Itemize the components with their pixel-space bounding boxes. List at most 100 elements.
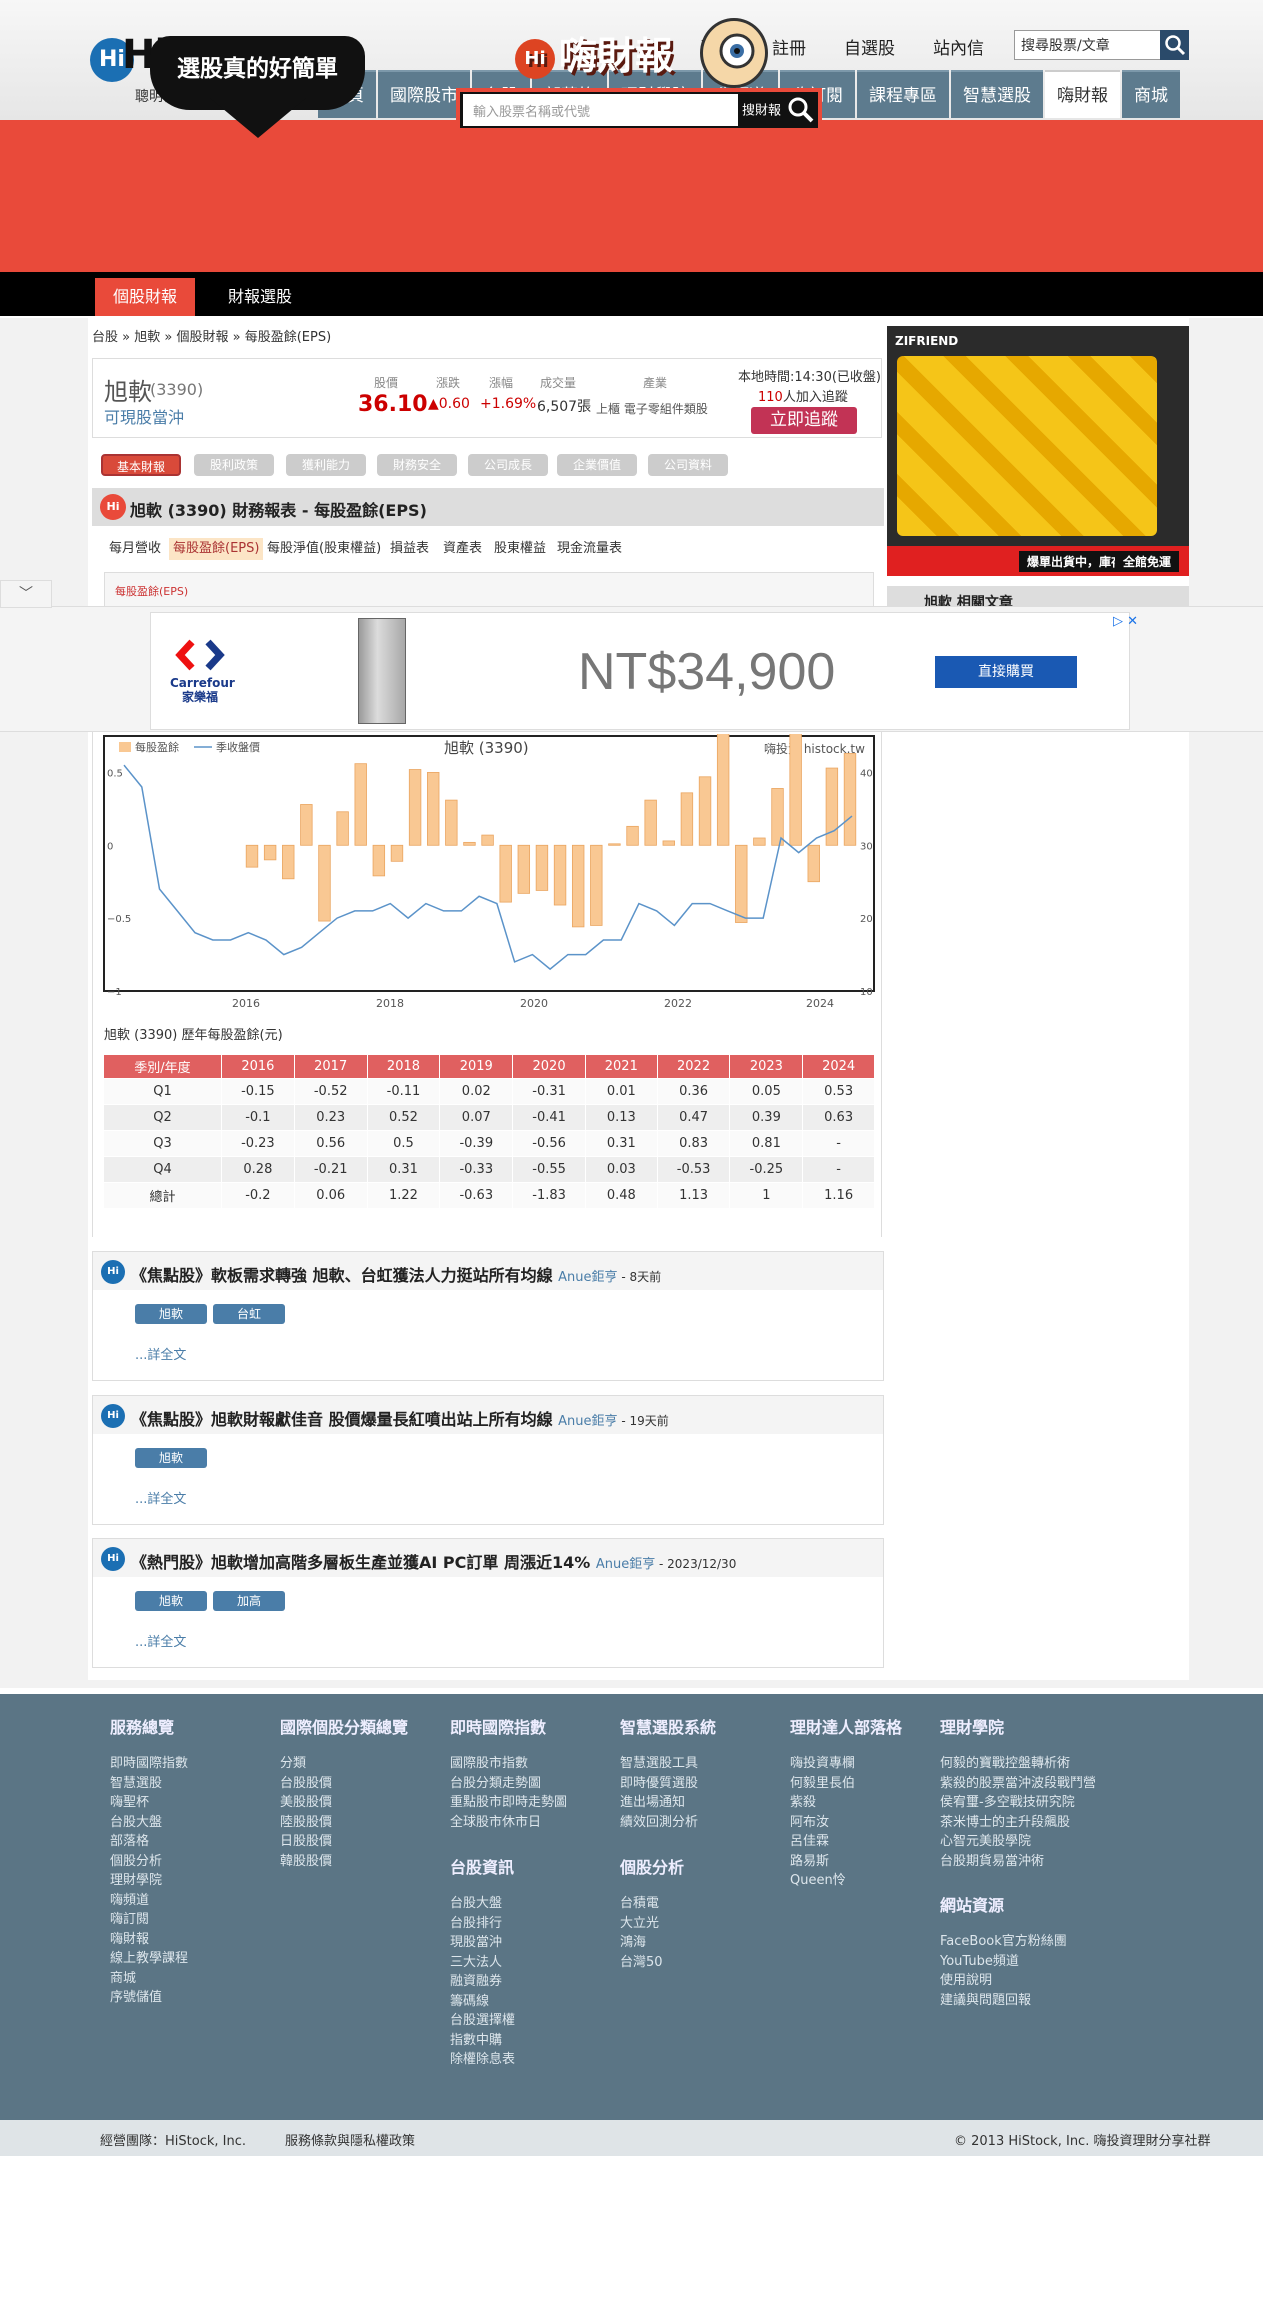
article-tag[interactable]: 加高 bbox=[213, 1591, 285, 1611]
read-more-link[interactable]: ...詳全文 bbox=[135, 1344, 186, 1363]
footer-link[interactable]: 嗨訂閱 bbox=[110, 1910, 188, 1930]
nav-courses[interactable]: 課程專區 bbox=[857, 70, 949, 118]
footer-link[interactable]: 台積電 bbox=[620, 1894, 684, 1914]
follow-button[interactable]: 立即追蹤 bbox=[751, 407, 857, 434]
nav-financials[interactable]: 嗨財報 bbox=[1045, 70, 1120, 118]
article-tag[interactable]: 旭軟 bbox=[135, 1448, 207, 1468]
footer-link[interactable]: 台股大盤 bbox=[450, 1894, 515, 1914]
footer-link[interactable]: 嗨財報 bbox=[110, 1930, 188, 1950]
tab-eps[interactable]: 每股盈餘(EPS) bbox=[169, 538, 264, 560]
footer-link[interactable]: 指數中購 bbox=[450, 2031, 515, 2051]
footer-link[interactable]: 個股分析 bbox=[110, 1852, 188, 1872]
breadcrumb-financials[interactable]: 個股財報 bbox=[176, 330, 228, 345]
cat-dividend-policy[interactable]: 股利政策 bbox=[194, 454, 274, 476]
register-link[interactable]: 註冊 bbox=[772, 34, 806, 59]
cat-growth[interactable]: 公司成長 bbox=[468, 454, 548, 476]
read-more-link[interactable]: ...詳全文 bbox=[135, 1631, 186, 1650]
footer-link[interactable]: 侯宥璽-多空戰技研究院 bbox=[940, 1793, 1096, 1813]
footer-link[interactable]: 茶米博士的主升段飆股 bbox=[940, 1813, 1096, 1833]
footer-link[interactable]: 何毅的寶戰控盤轉析術 bbox=[940, 1754, 1096, 1774]
footer-link[interactable]: 理財學院 bbox=[110, 1871, 188, 1891]
footer-link[interactable]: 台股大盤 bbox=[110, 1813, 188, 1833]
footer-link[interactable]: 籌碼線 bbox=[450, 1992, 515, 2012]
footer-link[interactable]: 使用說明 bbox=[940, 1971, 1067, 1991]
footer-link[interactable]: 三大法人 bbox=[450, 1953, 515, 1973]
footer-link[interactable]: 紫殺 bbox=[790, 1793, 902, 1813]
footer-terms-link[interactable]: 服務條款與隱私權政策 bbox=[285, 2130, 415, 2149]
footer-link[interactable]: 除權除息表 bbox=[450, 2050, 515, 2070]
cat-enterprise-value[interactable]: 企業價值 bbox=[557, 454, 637, 476]
footer-link[interactable]: 呂佳霖 bbox=[790, 1832, 902, 1852]
cat-profitability[interactable]: 獲利能力 bbox=[286, 454, 366, 476]
footer-link[interactable]: 嗨投資專欄 bbox=[790, 1754, 902, 1774]
footer-link[interactable]: 績效回測分析 bbox=[620, 1813, 716, 1833]
footer-link[interactable]: 線上教學課程 bbox=[110, 1949, 188, 1969]
stock-search-input[interactable]: 輸入股票名稱或代號 bbox=[463, 94, 738, 126]
side-ad[interactable]: ZIFRIEND 爆單出貨中，庫存即將售完 全館免運 bbox=[887, 326, 1189, 576]
footer-link[interactable]: 全球股市休市日 bbox=[450, 1813, 567, 1833]
article-tag[interactable]: 旭軟 bbox=[135, 1591, 207, 1611]
footer-link[interactable]: 台股排行 bbox=[450, 1914, 515, 1934]
footer-link[interactable]: 韓股股價 bbox=[280, 1852, 408, 1872]
footer-link[interactable]: 現股當沖 bbox=[450, 1933, 515, 1953]
stock-search-button[interactable]: 搜財報 bbox=[742, 94, 817, 124]
ad-close-icon[interactable]: ▷ ✕ bbox=[1113, 614, 1138, 629]
industry-value[interactable]: 上櫃 電子零組件類股 bbox=[596, 400, 708, 417]
tab-financial-screener[interactable]: 財報選股 bbox=[228, 278, 292, 316]
tab-balance-sheet[interactable]: 資產表 bbox=[439, 538, 486, 560]
cat-company-info[interactable]: 公司資料 bbox=[648, 454, 728, 476]
tab-stock-financials[interactable]: 個股財報 bbox=[95, 278, 195, 316]
footer-link[interactable]: 陸股股價 bbox=[280, 1813, 408, 1833]
footer-link[interactable]: 部落格 bbox=[110, 1832, 188, 1852]
footer-link[interactable]: YouTube頻道 bbox=[940, 1952, 1067, 1972]
cat-basic-financials[interactable]: 基本財報 bbox=[101, 454, 181, 476]
breadcrumb-tw-stocks[interactable]: 台股 bbox=[92, 330, 118, 345]
footer-link[interactable]: 何毅里長伯 bbox=[790, 1774, 902, 1794]
footer-link[interactable]: 智慧選股工具 bbox=[620, 1754, 716, 1774]
footer-link[interactable]: 即時優質選股 bbox=[620, 1774, 716, 1794]
tab-monthly-revenue[interactable]: 每月營收 bbox=[105, 538, 165, 560]
footer-link[interactable]: 商城 bbox=[110, 1969, 188, 1989]
footer-link[interactable]: 台股股價 bbox=[280, 1774, 408, 1794]
footer-link[interactable]: 智慧選股 bbox=[110, 1774, 188, 1794]
tab-equity[interactable]: 股東權益 bbox=[490, 538, 550, 560]
stock-category[interactable]: 可現股當沖 bbox=[104, 404, 184, 428]
footer-link[interactable]: 台股分類走勢圖 bbox=[450, 1774, 567, 1794]
article-title[interactable]: 《焦點股》旭軟財報獻佳音 股價爆量長紅噴出站上所有均線 Anue鉅亨 - 19天… bbox=[131, 1406, 669, 1430]
footer-link[interactable]: 台灣50 bbox=[620, 1953, 684, 1973]
tab-income-statement[interactable]: 損益表 bbox=[386, 538, 433, 560]
footer-link[interactable]: 融資融券 bbox=[450, 1972, 515, 1992]
footer-link[interactable]: 日股股價 bbox=[280, 1832, 408, 1852]
footer-link[interactable]: 分類 bbox=[280, 1754, 408, 1774]
footer-link[interactable]: 序號儲值 bbox=[110, 1988, 188, 2008]
footer-link[interactable]: 心智元美股學院 bbox=[940, 1832, 1096, 1852]
ad-collapse-button[interactable]: ﹀ bbox=[0, 580, 52, 608]
footer-link[interactable]: FaceBook官方粉絲團 bbox=[940, 1932, 1067, 1952]
nav-shop[interactable]: 商城 bbox=[1122, 70, 1180, 118]
footer-link[interactable]: 鴻海 bbox=[620, 1933, 684, 1953]
article-tag[interactable]: 旭軟 bbox=[135, 1304, 207, 1324]
footer-link[interactable]: 台股選擇權 bbox=[450, 2011, 515, 2031]
messages-link[interactable]: 站內信 bbox=[933, 34, 984, 59]
tab-book-value[interactable]: 每股淨值(股東權益) bbox=[263, 538, 385, 560]
footer-link[interactable]: 進出場通知 bbox=[620, 1793, 716, 1813]
footer-link[interactable]: 路易斯 bbox=[790, 1852, 902, 1872]
cat-financial-safety[interactable]: 財務安全 bbox=[377, 454, 457, 476]
footer-link[interactable]: 即時國際指數 bbox=[110, 1754, 188, 1774]
footer-link[interactable]: 嗨頻道 bbox=[110, 1891, 188, 1911]
watchlist-link[interactable]: 自選股 bbox=[844, 34, 895, 59]
breadcrumb-stock[interactable]: 旭軟 bbox=[134, 330, 160, 345]
ad-buy-button[interactable]: 直接購買 bbox=[935, 656, 1077, 688]
tab-cash-flow[interactable]: 現金流量表 bbox=[553, 538, 626, 560]
footer-link[interactable]: 台股期貨易當沖術 bbox=[940, 1852, 1096, 1872]
read-more-link[interactable]: ...詳全文 bbox=[135, 1488, 186, 1507]
footer-link[interactable]: Queen怜 bbox=[790, 1871, 902, 1891]
site-search-button[interactable] bbox=[1160, 30, 1189, 60]
footer-link[interactable]: 大立光 bbox=[620, 1914, 684, 1934]
article-tag[interactable]: 台虹 bbox=[213, 1304, 285, 1324]
footer-link[interactable]: 國際股市指數 bbox=[450, 1754, 567, 1774]
footer-link[interactable]: 嗨聖杯 bbox=[110, 1793, 188, 1813]
nav-smart-picker[interactable]: 智慧選股 bbox=[951, 70, 1043, 118]
footer-link[interactable]: 紫殺的股票當沖波段戰鬥營 bbox=[940, 1774, 1096, 1794]
footer-link[interactable]: 阿布汝 bbox=[790, 1813, 902, 1833]
